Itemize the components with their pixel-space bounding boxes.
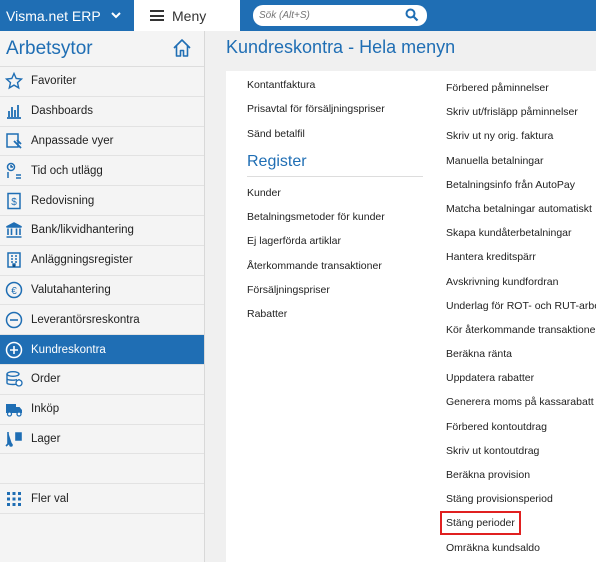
- highlight-box: Stäng perioder: [440, 511, 521, 536]
- menu-link-prisavtal-for-forsaljningspriser[interactable]: Prisavtal för försäljningspriser: [247, 97, 425, 121]
- menu-link-skriv-ut-frislapp-paminnelser[interactable]: Skriv ut/frisläpp påminnelser: [446, 100, 596, 124]
- sidebar-item-label: Anpassade vyer: [31, 134, 114, 147]
- menu-link-skapa-kundaterbetalningar[interactable]: Skapa kundåterbetalningar: [446, 221, 596, 245]
- page-title: Kundreskontra - Hela menyn: [226, 37, 456, 57]
- sidebar-spacer: [0, 454, 204, 485]
- menu-link-skriv-ut-kontoutdrag[interactable]: Skriv ut kontoutdrag: [446, 439, 596, 463]
- top-bar: Visma.net ERP Meny: [0, 0, 596, 31]
- sidebar-item-label: Favoriter: [31, 75, 77, 88]
- chevron-down-icon: [111, 12, 121, 19]
- menu-link-kor-aterkommande-transaktioner[interactable]: Kör återkommande transaktioner: [446, 318, 596, 342]
- sidebar-item-label: Fler val: [31, 492, 69, 505]
- menu-link-kunder[interactable]: Kunder: [247, 181, 425, 205]
- menu-link-berakna-provision[interactable]: Beräkna provision: [446, 463, 596, 487]
- menu-link-berakna-ranta[interactable]: Beräkna ränta: [446, 342, 596, 366]
- menu-label: Meny: [172, 7, 207, 24]
- star-icon: [4, 71, 24, 91]
- brand-label: Visma.net ERP: [6, 7, 101, 24]
- sidebar-item-label: Valutahantering: [31, 283, 111, 296]
- sidebar-item-bank-likvidhantering[interactable]: Bank/likvidhantering: [0, 216, 204, 246]
- sidebar-item-inkop[interactable]: Inköp: [0, 395, 204, 425]
- sidebar-item-label: Anläggningsregister: [31, 254, 133, 267]
- sidebar: Arbetsytor Favoriter Dashboards Anpassade …: [0, 31, 205, 562]
- search-box: [253, 5, 427, 26]
- plus-circle-icon: [4, 340, 24, 360]
- forklift-icon: [4, 429, 24, 449]
- menu-link-sand-betalfil[interactable]: Sänd betalfil: [247, 122, 425, 146]
- menu-link-forsaljningspriser[interactable]: Försäljningspriser: [247, 278, 425, 302]
- brand-switcher[interactable]: Visma.net ERP: [0, 0, 134, 31]
- sidebar-item-label: Bank/likvidhantering: [31, 224, 134, 237]
- minus-circle-icon: [4, 310, 24, 330]
- menu-link-omrakna-kundsaldo[interactable]: Omräkna kundsaldo: [446, 536, 596, 560]
- time-expense-icon: [4, 161, 24, 181]
- sidebar-title: Arbetsytor: [6, 37, 93, 59]
- svg-text:€: €: [11, 286, 17, 297]
- search-input[interactable]: [259, 6, 399, 25]
- menu-column-2: Förbered påminnelser Skriv ut/frisläpp på…: [440, 76, 596, 560]
- svg-text:$: $: [11, 197, 17, 208]
- sidebar-item-redovisning[interactable]: $ Redovisning: [0, 186, 204, 216]
- sidebar-item-anlaggningsregister[interactable]: Anläggningsregister: [0, 246, 204, 276]
- sidebar-item-label: Leverantörsreskontra: [31, 313, 140, 326]
- sidebar-item-leverantorsreskontra[interactable]: Leverantörsreskontra: [0, 305, 204, 336]
- menu-link-matcha-betalningar-automatiskt[interactable]: Matcha betalningar automatiskt: [446, 197, 596, 221]
- sidebar-item-kundreskontra[interactable]: Kundreskontra: [0, 335, 204, 365]
- sidebar-item-valutahantering[interactable]: € Valutahantering: [0, 276, 204, 306]
- euro-icon: €: [4, 280, 24, 300]
- search-icon[interactable]: [405, 8, 419, 22]
- menu-link-skriv-ut-ny-orig-faktura[interactable]: Skriv ut ny orig. faktura: [446, 124, 596, 148]
- building-icon: [4, 250, 24, 270]
- menu-link-stang-perioder[interactable]: Stäng perioder: [440, 511, 596, 536]
- sidebar-item-lager[interactable]: Lager: [0, 425, 204, 455]
- menu-link-generera-moms-pa-kassarabatt[interactable]: Generera moms på kassarabatt: [446, 390, 596, 414]
- menu-link-forbered-paminnelser[interactable]: Förbered påminnelser: [446, 76, 596, 100]
- sidebar-item-label: Tid och utlägg: [31, 164, 103, 177]
- menu-link-ej-lagerforda-artiklar[interactable]: Ej lagerförda artiklar: [247, 229, 425, 253]
- menu-link-betalningsmetoder-for-kunder[interactable]: Betalningsmetoder för kunder: [247, 205, 425, 229]
- menu-link-stang-provisionsperiod[interactable]: Stäng provisionsperiod: [446, 487, 596, 511]
- menu-link-kontantfaktura[interactable]: Kontantfaktura: [247, 73, 425, 97]
- sidebar-item-anpassade-vyer[interactable]: Anpassade vyer: [0, 127, 204, 157]
- menu-link-underlag-for-rot-och-rut-arbete[interactable]: Underlag för ROT- och RUT-arbete: [446, 294, 596, 318]
- dollar-document-icon: $: [4, 191, 24, 211]
- hamburger-icon: [150, 10, 164, 21]
- custom-view-icon: [4, 131, 24, 151]
- sidebar-item-label: Redovisning: [31, 194, 95, 207]
- sidebar-item-tid-och-utlagg[interactable]: Tid och utlägg: [0, 156, 204, 187]
- menu-link-avskrivning-kundfordran[interactable]: Avskrivning kundfordran: [446, 270, 596, 294]
- order-icon: [4, 369, 24, 389]
- menu-link-uppdatera-rabatter[interactable]: Uppdatera rabatter: [446, 366, 596, 390]
- sidebar-item-label: Dashboards: [31, 105, 94, 118]
- menu-link-hantera-kreditsparr[interactable]: Hantera kreditspärr: [446, 245, 596, 269]
- sidebar-item-order[interactable]: Order: [0, 365, 204, 395]
- sidebar-item-dashboards[interactable]: Dashboards: [0, 97, 204, 127]
- bank-icon: [4, 220, 24, 240]
- menu-column-1: Kontantfaktura Prisavtal för försäljnings…: [247, 73, 425, 327]
- menu-link-betalningsinfo-fran-autopay[interactable]: Betalningsinfo från AutoPay: [446, 173, 596, 197]
- sidebar-header: Arbetsytor: [0, 31, 204, 67]
- menu-link-rabatter[interactable]: Rabatter: [247, 302, 425, 326]
- sidebar-item-label: Kundreskontra: [31, 343, 106, 356]
- bar-chart-icon: [4, 101, 24, 121]
- register-heading: Register: [247, 146, 423, 177]
- menu-link-aterkommande-transaktioner[interactable]: Återkommande transaktioner: [247, 254, 425, 278]
- sidebar-item-label: Lager: [31, 432, 61, 445]
- sidebar-item-label: Order: [31, 373, 61, 386]
- menu-link-forbered-kontoutdrag[interactable]: Förbered kontoutdrag: [446, 415, 596, 439]
- menu-button[interactable]: Meny: [134, 0, 240, 31]
- grid-icon: [4, 489, 24, 509]
- menu-panel: Kontantfaktura Prisavtal för försäljnings…: [226, 71, 596, 562]
- menu-link-manuella-betalningar[interactable]: Manuella betalningar: [446, 149, 596, 173]
- main-area: Kundreskontra - Hela menyn Kontantfaktur…: [205, 31, 596, 562]
- sidebar-item-label: Inköp: [31, 403, 60, 416]
- sidebar-item-favoriter[interactable]: Favoriter: [0, 67, 204, 97]
- home-icon[interactable]: [172, 38, 192, 58]
- truck-icon: [4, 399, 24, 419]
- sidebar-item-more[interactable]: Fler val: [0, 484, 204, 515]
